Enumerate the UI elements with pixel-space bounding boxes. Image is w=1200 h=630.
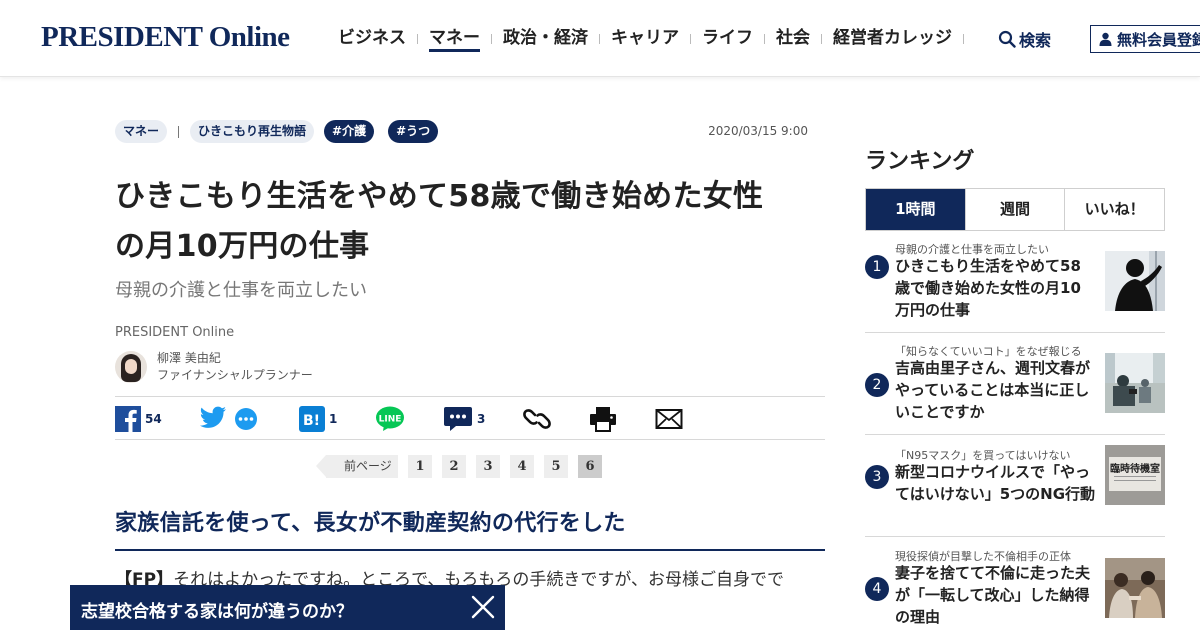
- nav-item-executive-college[interactable]: 経営者カレッジ: [833, 26, 952, 52]
- rank-headline: ひきこもり生活をやめて58歳で働き始めた女性の月10万円の仕事: [895, 257, 1081, 319]
- share-more-button[interactable]: [232, 407, 260, 431]
- printer-icon: [590, 407, 616, 432]
- comment-icon: [444, 407, 472, 431]
- tag-category-money[interactable]: マネー: [115, 120, 168, 143]
- share-twitter-button[interactable]: [199, 406, 227, 430]
- article-title-line1: ひきこもり生活をやめて58歳で働き始めた女性: [115, 179, 764, 214]
- rank-thumbnail: [1105, 251, 1165, 311]
- article-title-line2: の月10万円の仕事: [115, 229, 370, 264]
- author-block[interactable]: 柳澤 美由紀 ファイナンシャルプランナー: [115, 350, 825, 384]
- hatena-count: 1: [329, 412, 338, 426]
- rank-headline: 吉高由里子さん、週刊文春がやっていることは本当に正しいことですか: [895, 359, 1091, 421]
- member-register-button[interactable]: 無料会員登録: [1090, 25, 1200, 53]
- ranking-item[interactable]: 3 「N95マスク」を買ってはいけない 新型コロナウイルスで「やってはいけない」…: [865, 435, 1165, 537]
- banner-close-button[interactable]: [469, 593, 497, 621]
- rank-number: 2: [865, 373, 889, 397]
- nav-separator: [599, 34, 600, 44]
- more-bubble-icon: [235, 408, 257, 430]
- rank-thumbnail: [1105, 558, 1165, 618]
- search-button[interactable]: 検索: [998, 27, 1051, 51]
- share-comment-button[interactable]: 3: [443, 406, 485, 432]
- close-icon: [471, 595, 495, 619]
- article-subtitle: 母親の介護と仕事を両立したい: [115, 280, 367, 301]
- page-link-1[interactable]: 1: [408, 455, 432, 478]
- author-role: ファイナンシャルプランナー: [157, 368, 313, 382]
- comment-count: 3: [477, 412, 486, 426]
- email-share-button[interactable]: [655, 406, 683, 432]
- tag-kaigo[interactable]: #介護: [324, 120, 375, 143]
- nav-item-career[interactable]: キャリア: [611, 26, 679, 52]
- site-logo[interactable]: PRESIDENT Online: [41, 21, 290, 54]
- copy-link-button[interactable]: [523, 406, 551, 432]
- nav-item-money[interactable]: マネー: [429, 26, 480, 52]
- facebook-icon: [115, 406, 141, 432]
- mail-icon: [655, 409, 683, 429]
- publish-date: 2020/03/15 9:00: [708, 124, 808, 138]
- share-line-button[interactable]: LINE: [375, 406, 405, 432]
- nav-item-politics-economy[interactable]: 政治・経済: [503, 26, 588, 52]
- tag-separator: [178, 125, 180, 138]
- share-bar: 54 B! 1 LINE 3: [115, 396, 825, 440]
- promo-banner-text: 志望校合格する家は何が違うのか？: [81, 602, 353, 622]
- svg-text:B!: B!: [303, 413, 320, 429]
- hatena-bookmark-icon: B!: [299, 406, 325, 432]
- rank-number: 1: [865, 255, 889, 279]
- print-button[interactable]: [589, 406, 617, 432]
- search-label: 検索: [1019, 31, 1052, 50]
- share-hatena-button[interactable]: B! 1: [299, 406, 337, 432]
- tab-1hour[interactable]: 1時間: [866, 189, 965, 230]
- nav-separator: [491, 34, 492, 44]
- nav-item-life[interactable]: ライフ: [702, 26, 753, 52]
- search-icon: [998, 30, 1016, 48]
- rank-thumbnail: [1105, 353, 1165, 413]
- author-avatar: [115, 351, 147, 383]
- ranking-item[interactable]: 1 母親の介護と仕事を両立したい ひきこもり生活をやめて58歳で働き始めた女性の…: [865, 231, 1165, 333]
- ranking-title: ランキング: [865, 149, 975, 174]
- nav-separator: [764, 34, 765, 44]
- pagination: 前ページ 1 2 3 4 5 6: [115, 454, 825, 478]
- rank-number: 4: [865, 577, 889, 601]
- ranking-sidebar: ランキング 1時間 週間 いいね！ 1 母親の介護と仕事を両立したい ひきこもり…: [865, 143, 1165, 630]
- twitter-icon: [199, 406, 226, 428]
- nav-separator: [821, 34, 822, 44]
- page-link-current: 6: [578, 455, 602, 478]
- section-heading: 家族信託を使って、長女が不動産契約の代行をした: [115, 505, 825, 551]
- thumb-sign-text: 臨時待機室: [1110, 464, 1160, 475]
- rank-thumbnail: 臨時待機室: [1105, 445, 1165, 505]
- link-icon: [523, 409, 551, 429]
- ranking-item[interactable]: 4 現役探偵が目撃した不倫相手の正体 妻子を捨てて不倫に走った夫が「一転して改心…: [865, 537, 1165, 630]
- article: マネー ひきこもり再生物語 #介護 #うつ 2020/03/15 9:00 ひき…: [115, 120, 825, 590]
- article-source: PRESIDENT Online: [115, 325, 235, 340]
- member-register-label: 無料会員登録: [1117, 30, 1200, 49]
- prev-page-button[interactable]: 前ページ: [316, 455, 398, 478]
- nav-separator: [417, 34, 418, 44]
- ranking-item[interactable]: 2 「知らなくていいコト」をなぜ報じる 吉高由里子さん、週刊文春がやっていること…: [865, 333, 1165, 435]
- site-header: PRESIDENT Online ビジネス マネー 政治・経済 キャリア ライフ…: [0, 0, 1200, 77]
- page-link-3[interactable]: 3: [476, 455, 500, 478]
- share-facebook-button[interactable]: 54: [115, 406, 162, 432]
- nav-separator: [690, 34, 691, 44]
- page-link-5[interactable]: 5: [544, 455, 568, 478]
- ranking-tabs: 1時間 週間 いいね！: [865, 188, 1165, 231]
- page-link-4[interactable]: 4: [510, 455, 534, 478]
- tab-weekly[interactable]: 週間: [964, 189, 1065, 230]
- facebook-count: 54: [145, 412, 162, 426]
- rank-headline: 新型コロナウイルスで「やってはいけない」5つのNG行動: [895, 463, 1096, 503]
- svg-text:LINE: LINE: [379, 415, 402, 425]
- page-link-2[interactable]: 2: [442, 455, 466, 478]
- article-title: ひきこもり生活をやめて58歳で働き始めた女性 の月10万円の仕事: [115, 172, 825, 272]
- rank-number: 3: [865, 465, 889, 489]
- tag-utsu[interactable]: #うつ: [388, 120, 439, 143]
- promo-banner[interactable]: 志望校合格する家は何が違うのか？: [70, 585, 505, 630]
- user-icon: [1099, 32, 1112, 46]
- tab-likes[interactable]: いいね！: [1064, 189, 1164, 230]
- author-name: 柳澤 美由紀: [157, 351, 221, 365]
- main-nav: ビジネス マネー 政治・経済 キャリア ライフ 社会 経営者カレッジ: [338, 26, 975, 52]
- nav-item-business[interactable]: ビジネス: [338, 26, 406, 52]
- tag-series[interactable]: ひきこもり再生物語: [190, 120, 315, 143]
- nav-separator: [963, 34, 964, 44]
- rank-headline: 妻子を捨てて不倫に走った夫が「一転して改心」した納得の理由: [895, 564, 1091, 626]
- nav-item-society[interactable]: 社会: [776, 26, 810, 52]
- line-icon: LINE: [376, 406, 404, 431]
